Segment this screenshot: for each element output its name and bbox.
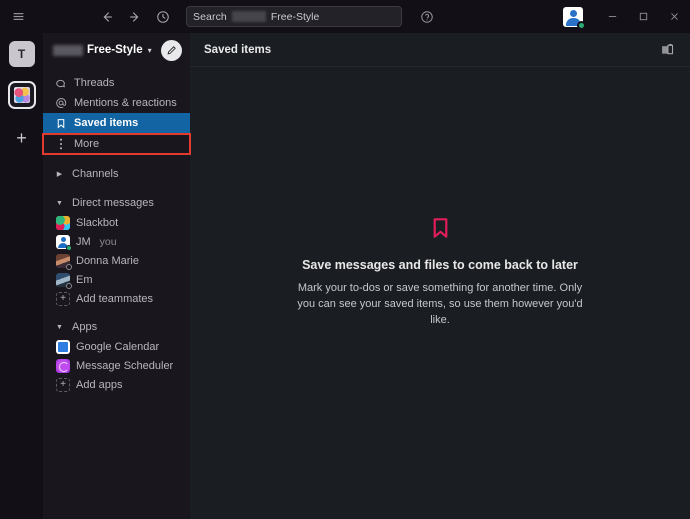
add-apps-label: Add apps — [76, 378, 123, 391]
search-redacted-block — [231, 11, 266, 22]
bookmark-outline-icon — [431, 217, 450, 244]
section-channels: ▶ Channels — [43, 164, 190, 184]
section-header-apps[interactable]: ▼ Apps — [43, 317, 190, 337]
compose-pencil-icon[interactable] — [161, 39, 182, 61]
avatar — [56, 215, 70, 230]
message-scheduler-icon — [56, 358, 70, 373]
sidebar-item-label: More — [74, 138, 100, 150]
search-input[interactable]: Search Free-Style — [186, 6, 402, 27]
avatar-head — [61, 236, 66, 242]
presence-indicator — [66, 282, 72, 289]
arrow-right-icon[interactable] — [122, 4, 148, 30]
add-workspace-button[interactable]: + — [9, 125, 35, 151]
sidebar-item-more[interactable]: More — [42, 133, 191, 155]
search-label: Search — [193, 10, 227, 23]
slack-window: Search Free-Style T + Free-Style ▾ Threa… — [0, 0, 690, 519]
app-body: T + Free-Style ▾ Threads Mentions & reac… — [0, 33, 690, 519]
list-item[interactable]: Em — [43, 270, 190, 289]
bookmark-icon — [54, 118, 67, 129]
section-header-direct-messages[interactable]: ▼ Direct messages — [43, 193, 190, 213]
app-name: Google Calendar — [76, 340, 160, 353]
avatar[interactable] — [563, 6, 586, 30]
workspace-redacted-block — [53, 44, 83, 56]
workspace-initial-avatar[interactable]: T — [8, 41, 35, 67]
avatar — [56, 234, 72, 251]
presence-indicator — [66, 263, 72, 270]
sidebar-item-mentions[interactable]: Mentions & reactions — [43, 93, 190, 113]
close-button[interactable] — [659, 0, 690, 33]
question-mark-icon[interactable] — [416, 6, 438, 28]
nav-controls — [94, 4, 176, 30]
page-title: Saved items — [204, 43, 272, 56]
empty-state: Save messages and files to come back to … — [190, 67, 690, 519]
title-bar: Search Free-Style — [0, 0, 690, 33]
plus-icon: + — [56, 291, 70, 306]
sidebar-item-label: Threads — [74, 77, 115, 89]
empty-state-description: Mark your to-dos or save something for a… — [297, 282, 583, 326]
presence-indicator — [66, 244, 72, 251]
workspace-avatar-glyph — [13, 87, 30, 103]
chevron-down-icon: ▼ — [56, 323, 63, 331]
workspace-avatar-icon[interactable] — [7, 81, 36, 109]
chevron-right-icon: ▶ — [56, 171, 63, 178]
list-item[interactable]: Donna Marie — [43, 251, 190, 270]
dm-name: JM — [76, 235, 91, 248]
hamburger-icon[interactable] — [0, 0, 36, 33]
workspace-name: Free-Style — [87, 44, 143, 56]
avatar-head — [570, 9, 577, 17]
sidebar-item-saved-items[interactable]: Saved items — [43, 113, 190, 133]
maximize-button[interactable] — [628, 0, 659, 33]
search-workspace-name: Free-Style — [270, 10, 320, 23]
app-name: Message Scheduler — [76, 359, 174, 372]
dm-you-label: you — [99, 235, 117, 248]
dm-name: Donna Marie — [76, 254, 139, 267]
add-teammates-label: Add teammates — [76, 292, 154, 305]
section-header-channels[interactable]: ▶ Channels — [43, 164, 190, 184]
more-vertical-dots-icon — [54, 138, 67, 150]
main-header: Saved items — [190, 33, 690, 67]
section-apps: ▼ Apps Google Calendar Message Scheduler… — [43, 317, 190, 394]
avatar — [56, 272, 72, 289]
minimize-button[interactable] — [597, 0, 628, 33]
add-apps-button[interactable]: + Add apps — [43, 375, 190, 394]
main-panel: Saved items Save messages and files to c… — [190, 33, 690, 519]
at-sign-icon — [54, 97, 67, 109]
plus-icon: + — [56, 377, 70, 392]
add-teammates-button[interactable]: + Add teammates — [43, 289, 190, 308]
google-calendar-icon — [56, 339, 70, 354]
sidebar-item-label: Saved items — [74, 117, 139, 129]
sidebar-item-label: Mentions & reactions — [74, 97, 177, 109]
sidebar-nav: Threads Mentions & reactions Saved items… — [42, 67, 191, 155]
chevron-down-icon: ▼ — [56, 199, 63, 207]
list-item[interactable]: Slackbot — [43, 213, 190, 232]
chevron-down-icon[interactable]: ▾ — [148, 46, 152, 55]
clock-icon[interactable] — [150, 4, 176, 30]
workspace-rail: T + — [0, 33, 43, 519]
window-controls — [563, 0, 690, 33]
threads-icon — [54, 78, 67, 89]
presence-indicator — [577, 20, 586, 30]
files-icon[interactable] — [656, 39, 678, 61]
avatar — [56, 253, 72, 270]
workspace-header[interactable]: Free-Style ▾ — [43, 33, 190, 67]
arrow-left-icon[interactable] — [94, 4, 120, 30]
section-label: Apps — [72, 321, 98, 333]
dm-name: Slackbot — [76, 216, 119, 229]
dm-name: Em — [76, 273, 93, 286]
list-item[interactable]: Google Calendar — [43, 337, 190, 356]
list-item[interactable]: JM you — [43, 232, 190, 251]
list-item[interactable]: Message Scheduler — [43, 356, 190, 375]
sidebar: Free-Style ▾ Threads Mentions & reaction… — [42, 33, 191, 519]
section-label: Direct messages — [72, 197, 154, 209]
section-direct-messages: ▼ Direct messages Slackbot JM you Donna … — [43, 193, 190, 308]
section-label: Channels — [72, 168, 119, 180]
sidebar-item-threads[interactable]: Threads — [43, 73, 190, 93]
empty-state-title: Save messages and files to come back to … — [302, 258, 578, 273]
